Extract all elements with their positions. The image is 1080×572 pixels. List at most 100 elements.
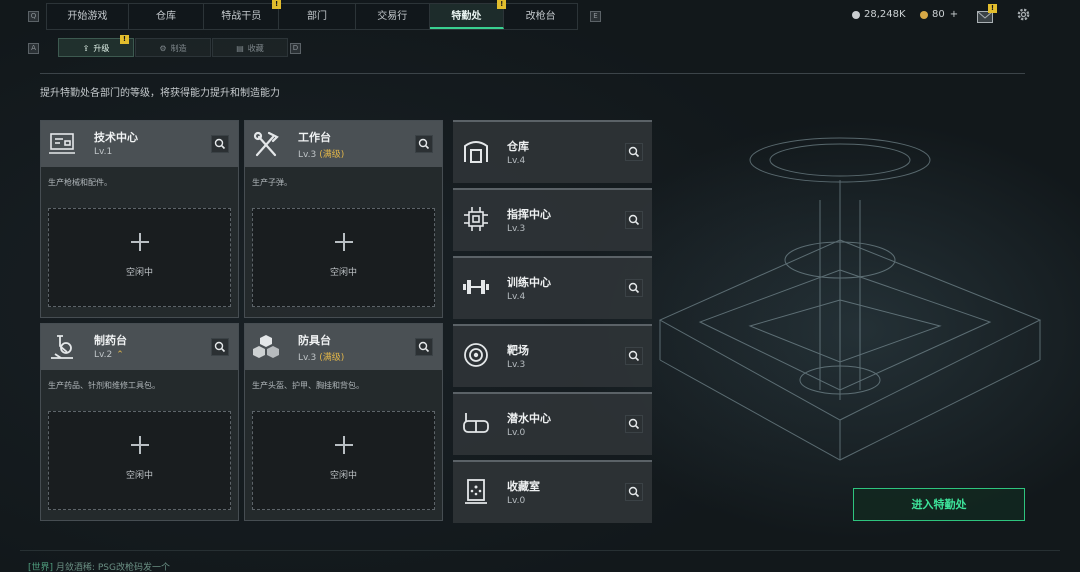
tab-department[interactable]: 部门 [279,4,356,29]
top-bar: Q 开始游戏 仓库 特战干员 ! 部门 交易行 特勤处 ! 改枪台 E 28,2… [0,0,1080,32]
facility-level: Lv.3 [507,360,526,370]
card-header: 制药台 Lv.2 ⌃ [41,324,238,370]
subtab-collection[interactable]: ▤ 收藏 [212,38,288,57]
silver-currency[interactable]: 28,248K [852,9,906,20]
facility-title: 仓库 [507,140,529,153]
tab-label: 特战干员 [221,11,262,22]
training-center-icon [463,280,489,294]
facility-title: 收藏室 [507,480,540,493]
plus-icon [335,233,353,251]
shooting-range-icon [464,343,488,367]
tab-gunsmith[interactable]: 改枪台 [504,4,577,29]
collection-room-icon [465,479,487,504]
inspect-button[interactable] [211,135,229,153]
level-text: Lv.3 [298,150,317,160]
silver-coin-icon [852,10,860,19]
max-level-tag: (满级) [319,353,345,363]
inspect-button[interactable] [625,347,643,365]
card-title: 制药台 [94,334,127,347]
facility-command-center[interactable]: 指挥中心 Lv.3 [453,188,652,251]
subtab-label: 制造 [170,44,187,53]
enter-special-ops-button[interactable]: 进入特勤处 [853,488,1025,521]
card-level: Lv.1 [94,147,112,157]
facility-level: Lv.0 [507,428,526,438]
plus-icon [131,233,149,251]
craft-slot[interactable]: 空闲中 [252,411,435,510]
search-icon [628,214,640,226]
next-subtab-key-hint[interactable]: D [290,43,301,54]
production-card-tech-center[interactable]: 技术中心 Lv.1 生产枪械和配件。 空闲中 [40,120,239,318]
facility-training-center[interactable]: 训练中心 Lv.4 [453,256,652,319]
slot-status: 空闲中 [125,471,153,481]
craft-slot[interactable]: 空闲中 [48,411,231,510]
upgrade-icon: ⇪ [82,44,90,53]
production-card-workbench[interactable]: 工作台 Lv.3 (满级) 生产子弹。 空闲中 [244,120,443,318]
craft-slot[interactable]: 空闲中 [252,208,435,307]
command-center-icon [464,207,488,231]
inspect-button[interactable] [625,279,643,297]
inspect-button[interactable] [625,143,643,161]
sub-tabs: ⇪ 升级 ! ⚙ 制造 ▤ 收藏 [58,35,289,57]
chat-line[interactable]: [世界] 月敛酒稀: PSG改枪码发一个 [28,560,170,572]
card-title: 防具台 [298,334,331,347]
tab-trading[interactable]: 交易行 [356,4,430,29]
add-gold-button[interactable]: + [950,9,958,20]
facility-collection-room[interactable]: 收藏室 Lv.0 [453,460,652,523]
tab-label: 特勤处 [451,11,482,22]
facility-level: Lv.0 [507,496,526,506]
search-icon [628,282,640,294]
inspect-button[interactable] [625,483,643,501]
card-level: Lv.3 (满级) [298,350,344,363]
tab-label: 交易行 [377,11,408,22]
facility-level: Lv.4 [507,292,526,302]
search-icon [628,146,640,158]
craft-icon: ⚙ [159,44,167,53]
inspect-button[interactable] [415,338,433,356]
tech-center-icon [49,133,75,154]
facility-warehouse[interactable]: 仓库 Lv.4 [453,120,652,183]
inspect-button[interactable] [625,415,643,433]
production-card-armor-bench[interactable]: 防具台 Lv.3 (满级) 生产头盔、护甲、胸挂和背包。 空闲中 [244,323,443,521]
search-icon [418,138,430,150]
search-icon [214,341,226,353]
tab-start-game[interactable]: 开始游戏 [47,4,129,29]
pharmacy-icon [51,335,73,359]
tab-special-ops[interactable]: 特勤处 ! [429,0,507,29]
tab-operators[interactable]: 特战干员 ! [204,0,282,29]
settings-button[interactable] [1016,7,1031,22]
inspect-button[interactable] [415,135,433,153]
facility-title: 靶场 [507,344,529,357]
tab-warehouse[interactable]: 仓库 [129,4,205,29]
level-text: Lv.3 [298,353,317,363]
slot-status: 空闲中 [125,268,153,278]
card-level: Lv.3 (满级) [298,147,344,160]
level-text: Lv.2 [94,350,113,360]
facility-diving-center[interactable]: 潜水中心 Lv.0 [453,392,652,455]
facility-title: 潜水中心 [507,412,551,425]
warehouse-icon [464,141,488,163]
next-tab-key-hint[interactable]: E [590,11,601,22]
mail-button[interactable]: ! [977,4,997,23]
prev-tab-key-hint[interactable]: Q [28,11,39,22]
gold-amount: 80 [932,9,945,20]
production-card-pharmacy[interactable]: 制药台 Lv.2 ⌃ 生产药品、针剂和维修工具包。 空闲中 [40,323,239,521]
facility-title: 指挥中心 [507,208,551,221]
subtab-craft[interactable]: ⚙ 制造 [135,38,211,57]
facility-level: Lv.3 [507,224,526,234]
inspect-button[interactable] [625,211,643,229]
card-header: 工作台 Lv.3 (满级) [245,121,442,167]
chat-message: PSG改枪码发一个 [97,563,170,572]
upgrade-available-icon: ⌃ [116,350,124,360]
subtab-upgrade[interactable]: ⇪ 升级 ! [58,35,134,57]
level-text: Lv.1 [94,147,113,157]
craft-slot[interactable]: 空闲中 [48,208,231,307]
card-header: 技术中心 Lv.1 [41,121,238,167]
inspect-button[interactable] [211,338,229,356]
prev-subtab-key-hint[interactable]: A [28,43,39,54]
gold-currency[interactable]: 80 + [920,9,958,20]
chat-user: 月敛酒稀: [55,563,95,572]
facility-shooting-range[interactable]: 靶场 Lv.3 [453,324,652,387]
silver-amount: 28,248K [864,9,906,20]
gear-icon [1017,8,1030,21]
collection-icon: ▤ [236,44,244,53]
